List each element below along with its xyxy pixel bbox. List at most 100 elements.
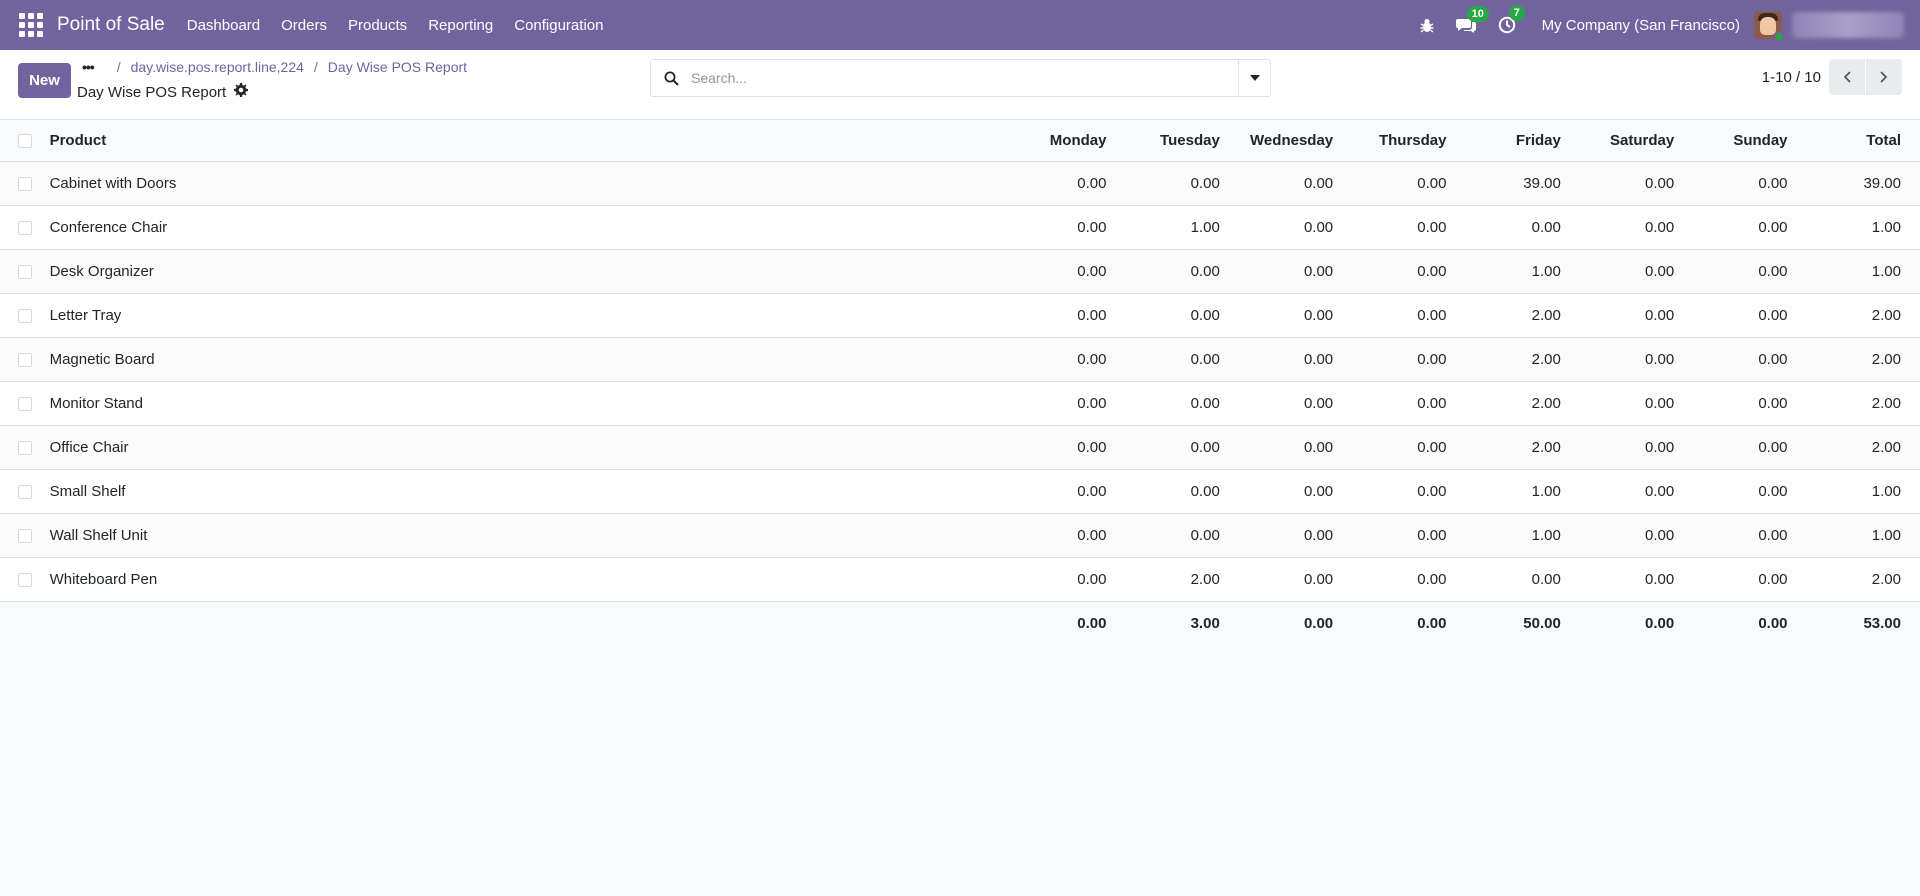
- saturday-cell[interactable]: 0.00: [1580, 161, 1693, 205]
- sunday-cell[interactable]: 0.00: [1693, 425, 1806, 469]
- saturday-cell[interactable]: 0.00: [1580, 513, 1693, 557]
- sunday-cell[interactable]: 0.00: [1693, 249, 1806, 293]
- saturday-cell[interactable]: 0.00: [1580, 557, 1693, 601]
- friday-cell[interactable]: 1.00: [1465, 513, 1579, 557]
- search-options-toggle[interactable]: [1238, 60, 1270, 96]
- new-button[interactable]: New: [18, 63, 71, 98]
- column-header-wednesday[interactable]: Wednesday: [1239, 120, 1352, 161]
- total-cell[interactable]: 2.00: [1807, 425, 1920, 469]
- user-name-blurred[interactable]: [1792, 12, 1904, 38]
- wednesday-cell[interactable]: 0.00: [1239, 469, 1352, 513]
- table-row[interactable]: Cabinet with Doors 0.00 0.00 0.00 0.00 3…: [0, 161, 1920, 205]
- thursday-cell[interactable]: 0.00: [1352, 249, 1465, 293]
- thursday-cell[interactable]: 0.00: [1352, 161, 1465, 205]
- friday-cell[interactable]: 2.00: [1465, 425, 1579, 469]
- tuesday-cell[interactable]: 0.00: [1125, 425, 1238, 469]
- product-cell[interactable]: Office Chair: [50, 425, 1013, 469]
- row-checkbox[interactable]: [17, 440, 32, 455]
- row-checkbox[interactable]: [17, 352, 32, 367]
- total-cell[interactable]: 1.00: [1807, 469, 1920, 513]
- wednesday-cell[interactable]: 0.00: [1239, 513, 1352, 557]
- row-checkbox[interactable]: [17, 176, 32, 191]
- gear-icon[interactable]: [234, 83, 249, 101]
- breadcrumb-record-link[interactable]: day.wise.pos.report.line,224: [131, 59, 304, 75]
- column-header-friday[interactable]: Friday: [1465, 120, 1579, 161]
- table-row[interactable]: Desk Organizer 0.00 0.00 0.00 0.00 1.00 …: [0, 249, 1920, 293]
- row-checkbox[interactable]: [17, 220, 32, 235]
- sunday-cell[interactable]: 0.00: [1693, 205, 1806, 249]
- saturday-cell[interactable]: 0.00: [1580, 381, 1693, 425]
- friday-cell[interactable]: 0.00: [1465, 557, 1579, 601]
- row-checkbox[interactable]: [17, 572, 32, 587]
- menu-products[interactable]: Products: [348, 17, 407, 34]
- product-cell[interactable]: Small Shelf: [50, 469, 1013, 513]
- total-cell[interactable]: 2.00: [1807, 381, 1920, 425]
- table-row[interactable]: Magnetic Board 0.00 0.00 0.00 0.00 2.00 …: [0, 337, 1920, 381]
- product-cell[interactable]: Desk Organizer: [50, 249, 1013, 293]
- tuesday-cell[interactable]: 2.00: [1125, 557, 1238, 601]
- sunday-cell[interactable]: 0.00: [1693, 557, 1806, 601]
- tuesday-cell[interactable]: 0.00: [1125, 337, 1238, 381]
- thursday-cell[interactable]: 0.00: [1352, 381, 1465, 425]
- total-cell[interactable]: 1.00: [1807, 205, 1920, 249]
- friday-cell[interactable]: 39.00: [1465, 161, 1579, 205]
- wednesday-cell[interactable]: 0.00: [1239, 161, 1352, 205]
- column-header-product[interactable]: Product: [50, 120, 1013, 161]
- row-checkbox[interactable]: [17, 396, 32, 411]
- sunday-cell[interactable]: 0.00: [1693, 337, 1806, 381]
- thursday-cell[interactable]: 0.00: [1352, 513, 1465, 557]
- sunday-cell[interactable]: 0.00: [1693, 293, 1806, 337]
- app-brand[interactable]: Point of Sale: [57, 14, 165, 36]
- saturday-cell[interactable]: 0.00: [1580, 205, 1693, 249]
- row-checkbox[interactable]: [17, 264, 32, 279]
- table-row[interactable]: Conference Chair 0.00 1.00 0.00 0.00 0.0…: [0, 205, 1920, 249]
- column-header-saturday[interactable]: Saturday: [1580, 120, 1693, 161]
- column-header-thursday[interactable]: Thursday: [1352, 120, 1465, 161]
- wednesday-cell[interactable]: 0.00: [1239, 425, 1352, 469]
- table-row[interactable]: Office Chair 0.00 0.00 0.00 0.00 2.00 0.…: [0, 425, 1920, 469]
- menu-orders[interactable]: Orders: [281, 17, 327, 34]
- thursday-cell[interactable]: 0.00: [1352, 425, 1465, 469]
- thursday-cell[interactable]: 0.00: [1352, 205, 1465, 249]
- pager-previous-button[interactable]: [1829, 59, 1865, 95]
- friday-cell[interactable]: 2.00: [1465, 293, 1579, 337]
- row-checkbox[interactable]: [17, 484, 32, 499]
- product-cell[interactable]: Cabinet with Doors: [50, 161, 1013, 205]
- breadcrumb-report-link[interactable]: Day Wise POS Report: [328, 59, 467, 75]
- column-header-tuesday[interactable]: Tuesday: [1125, 120, 1238, 161]
- debug-icon[interactable]: [1420, 18, 1434, 33]
- monday-cell[interactable]: 0.00: [1012, 469, 1125, 513]
- apps-menu-icon[interactable]: [19, 13, 43, 37]
- product-cell[interactable]: Whiteboard Pen: [50, 557, 1013, 601]
- tuesday-cell[interactable]: 0.00: [1125, 513, 1238, 557]
- select-all-checkbox[interactable]: [17, 133, 32, 148]
- menu-configuration[interactable]: Configuration: [514, 17, 603, 34]
- friday-cell[interactable]: 2.00: [1465, 337, 1579, 381]
- monday-cell[interactable]: 0.00: [1012, 161, 1125, 205]
- product-cell[interactable]: Wall Shelf Unit: [50, 513, 1013, 557]
- total-cell[interactable]: 39.00: [1807, 161, 1920, 205]
- table-row[interactable]: Whiteboard Pen 0.00 2.00 0.00 0.00 0.00 …: [0, 557, 1920, 601]
- product-cell[interactable]: Monitor Stand: [50, 381, 1013, 425]
- tuesday-cell[interactable]: 0.00: [1125, 249, 1238, 293]
- menu-dashboard[interactable]: Dashboard: [187, 17, 260, 34]
- monday-cell[interactable]: 0.00: [1012, 205, 1125, 249]
- wednesday-cell[interactable]: 0.00: [1239, 205, 1352, 249]
- friday-cell[interactable]: 1.00: [1465, 249, 1579, 293]
- table-row[interactable]: Monitor Stand 0.00 0.00 0.00 0.00 2.00 0…: [0, 381, 1920, 425]
- column-header-total[interactable]: Total: [1807, 120, 1920, 161]
- total-cell[interactable]: 1.00: [1807, 249, 1920, 293]
- total-cell[interactable]: 2.00: [1807, 557, 1920, 601]
- pager-next-button[interactable]: [1866, 59, 1902, 95]
- column-header-monday[interactable]: Monday: [1012, 120, 1125, 161]
- sunday-cell[interactable]: 0.00: [1693, 381, 1806, 425]
- saturday-cell[interactable]: 0.00: [1580, 469, 1693, 513]
- total-cell[interactable]: 2.00: [1807, 337, 1920, 381]
- table-row[interactable]: Small Shelf 0.00 0.00 0.00 0.00 1.00 0.0…: [0, 469, 1920, 513]
- row-checkbox[interactable]: [17, 528, 32, 543]
- total-cell[interactable]: 2.00: [1807, 293, 1920, 337]
- tuesday-cell[interactable]: 1.00: [1125, 205, 1238, 249]
- table-row[interactable]: Letter Tray 0.00 0.00 0.00 0.00 2.00 0.0…: [0, 293, 1920, 337]
- saturday-cell[interactable]: 0.00: [1580, 337, 1693, 381]
- monday-cell[interactable]: 0.00: [1012, 293, 1125, 337]
